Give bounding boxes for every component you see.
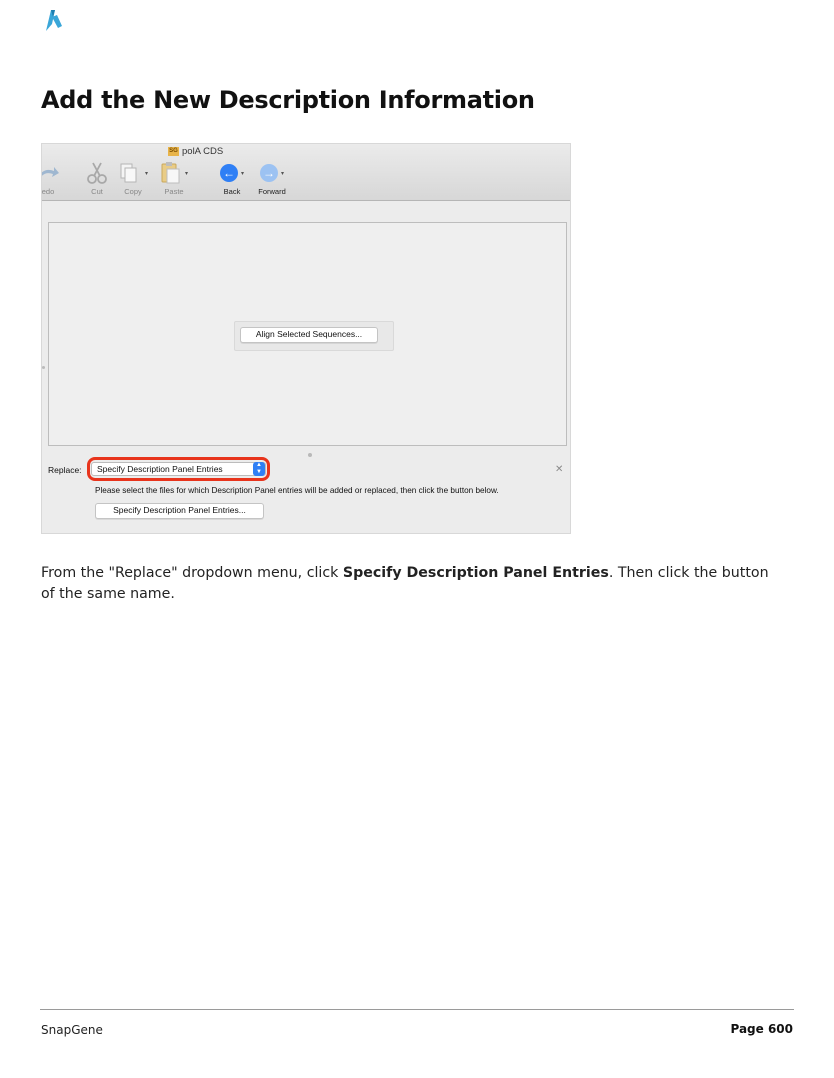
cut-button[interactable]: Cut xyxy=(84,160,110,196)
replace-dropdown-value: Specify Description Panel Entries xyxy=(97,464,223,474)
redo-label: edo xyxy=(41,187,55,196)
forward-button[interactable]: → ▾ Forward xyxy=(254,160,290,196)
copy-button[interactable]: ▾ Copy xyxy=(118,160,148,196)
dropdown-stepper-icon: ▲ ▼ xyxy=(253,462,265,476)
align-selected-sequences-button[interactable]: Align Selected Sequences... xyxy=(240,327,378,343)
footer-brand: SnapGene xyxy=(41,1023,103,1037)
close-icon[interactable]: ✕ xyxy=(555,464,563,475)
window-title-text: polA CDS xyxy=(182,146,224,157)
replace-label: Replace: xyxy=(48,465,82,475)
paste-label: Paste xyxy=(164,187,184,196)
footer-divider xyxy=(40,1009,794,1010)
alignment-content-area: Align Selected Sequences... xyxy=(48,222,567,446)
footer-page-number: Page 600 xyxy=(730,1022,793,1036)
copy-icon: ▾ xyxy=(118,160,148,186)
document-icon: SG xyxy=(168,147,179,156)
paste-button[interactable]: ▾ Paste xyxy=(158,160,190,196)
copy-label: Copy xyxy=(124,187,142,196)
back-label: Back xyxy=(223,187,241,196)
snapgene-logo-icon xyxy=(46,10,62,31)
window-title: SG polA CDS xyxy=(168,146,223,157)
redo-icon xyxy=(42,160,62,186)
scissors-icon xyxy=(84,160,110,186)
forward-arrow-icon: → ▾ xyxy=(254,160,290,186)
instruction-text: Please select the files for which Descri… xyxy=(95,486,499,495)
paragraph-bold: Specify Description Panel Entries xyxy=(342,565,609,581)
specify-description-panel-entries-button[interactable]: Specify Description Panel Entries... xyxy=(95,503,264,519)
window-titlebar: SG polA CDS edo Cut ▾ Copy ▾ Paste ← ▾ B… xyxy=(42,144,570,201)
back-button[interactable]: ← ▾ Back xyxy=(215,160,249,196)
forward-label: Forward xyxy=(258,187,286,196)
panel-edge-handle[interactable] xyxy=(42,366,45,369)
replace-dropdown[interactable]: Specify Description Panel Entries ▲ ▼ xyxy=(91,462,266,476)
back-arrow-icon: ← ▾ xyxy=(215,160,249,186)
redo-button[interactable]: edo xyxy=(41,160,62,196)
page-heading: Add the New Description Information xyxy=(41,86,535,114)
instruction-paragraph: From the "Replace" dropdown menu, click … xyxy=(41,563,781,605)
cut-label: Cut xyxy=(91,187,103,196)
paragraph-text-start: From the "Replace" dropdown menu, click xyxy=(41,565,343,581)
paste-icon: ▾ xyxy=(158,160,190,186)
snapgene-window-screenshot: SG polA CDS edo Cut ▾ Copy ▾ Paste ← ▾ B… xyxy=(41,143,571,534)
splitter-handle[interactable] xyxy=(308,453,312,457)
